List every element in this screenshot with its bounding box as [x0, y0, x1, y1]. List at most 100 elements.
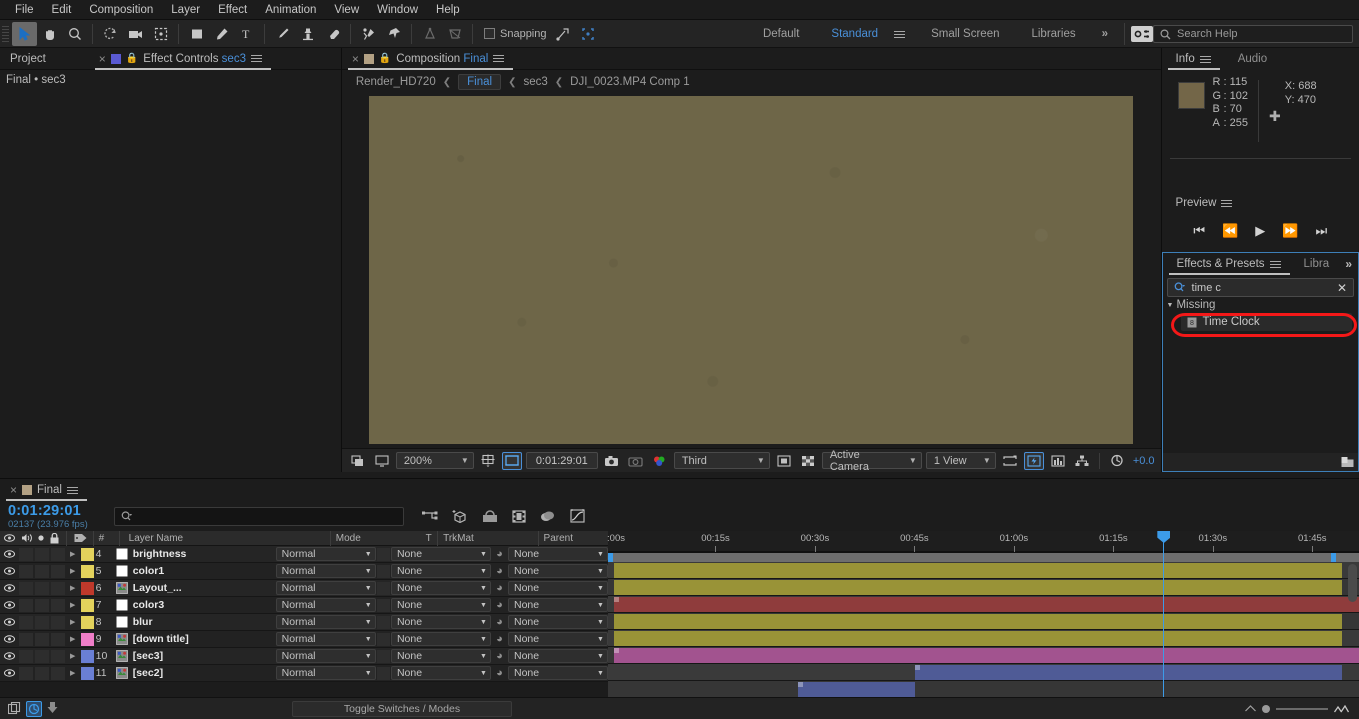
menu-item-animation[interactable]: Animation [256, 2, 325, 18]
motion-blur-icon[interactable] [540, 510, 556, 523]
layer-mode-select[interactable]: Normal ▼ [275, 597, 376, 614]
layer-duration-bar[interactable] [614, 648, 1359, 663]
current-time-field[interactable]: 0:01:29:01 [525, 452, 598, 469]
layer-parent-select[interactable]: None ▼ [507, 614, 608, 631]
comp-flowchart-icon[interactable] [1072, 452, 1092, 470]
menu-item-window[interactable]: Window [368, 2, 427, 18]
col-parent-header[interactable]: Parent [539, 531, 609, 546]
disclosure-triangle-icon[interactable]: ▶ [67, 580, 79, 597]
timeline-icon[interactable] [1048, 452, 1068, 470]
menu-item-help[interactable]: Help [427, 2, 469, 18]
parent-pickwhip-icon[interactable]: ◕ [491, 614, 508, 631]
disclosure-triangle-icon[interactable]: ▶ [67, 665, 79, 682]
timeline-zoom-slider[interactable] [1245, 704, 1349, 713]
clone-stamp-tool-icon[interactable] [295, 22, 320, 46]
channel-select-icon[interactable] [650, 452, 670, 470]
layer-label-color[interactable] [79, 665, 96, 682]
layer-mode-select[interactable]: Normal ▼ [275, 648, 376, 665]
parent-pickwhip-icon[interactable]: ◕ [491, 648, 508, 665]
disclosure-triangle-icon[interactable]: ▶ [67, 648, 79, 665]
panel-menu-icon[interactable] [250, 53, 262, 64]
lock-icon[interactable]: 🔒 [379, 53, 391, 64]
layer-duration-bar[interactable] [914, 665, 1342, 680]
layer-visibility-icon[interactable] [0, 580, 19, 597]
tab-project[interactable]: Project [6, 48, 55, 70]
snap-bounds-icon[interactable] [576, 22, 601, 46]
layer-trkmat-select[interactable]: None ▼ [390, 665, 491, 682]
snapping-toggle[interactable]: Snapping [484, 28, 547, 40]
layer-name[interactable]: brightness [129, 546, 276, 563]
layer-preserve-transparency[interactable] [376, 631, 391, 648]
col-number-header[interactable]: # [97, 531, 116, 546]
pen-tool-icon[interactable] [209, 22, 234, 46]
layer-mode-select[interactable]: Normal ▼ [275, 631, 376, 648]
motion-blur-footer-icon[interactable] [47, 702, 58, 715]
layer-audio-toggle[interactable] [18, 614, 35, 631]
layer-audio-toggle[interactable] [18, 563, 35, 580]
layer-parent-select[interactable]: None ▼ [507, 631, 608, 648]
layer-preserve-transparency[interactable] [376, 580, 391, 597]
layer-preserve-transparency[interactable] [376, 648, 391, 665]
hide-shy-layers-icon[interactable] [482, 509, 498, 523]
layer-duration-bar[interactable] [614, 631, 1342, 646]
layer-preserve-transparency[interactable] [376, 597, 391, 614]
local-axis-mode-icon[interactable] [417, 22, 442, 46]
layer-audio-toggle[interactable] [18, 546, 35, 563]
layer-duration-bar[interactable] [614, 597, 1359, 612]
table-row[interactable]: ▶ 8 blur Normal ▼ None ▼ ◕ None ▼ [0, 614, 608, 631]
layer-label-color[interactable] [79, 580, 96, 597]
region-of-interest-icon[interactable] [501, 451, 522, 470]
snapping-checkbox[interactable] [484, 28, 495, 39]
timeline-row[interactable] [608, 630, 1359, 647]
layer-label-color[interactable] [79, 631, 96, 648]
layer-duration-bar[interactable] [614, 614, 1342, 629]
layer-visibility-icon[interactable] [0, 563, 19, 580]
toolbar-grip[interactable] [2, 24, 9, 43]
graph-editor-icon[interactable] [570, 509, 585, 523]
snap-vertex-icon[interactable] [551, 22, 576, 46]
timeline-current-time[interactable]: 0:01:29:01 02137 (23.976 fps) [0, 503, 104, 530]
effects-overflow-button[interactable]: » [1345, 257, 1352, 271]
parent-pickwhip-icon[interactable]: ◕ [491, 546, 508, 563]
work-area-bar[interactable] [608, 552, 1359, 563]
selection-tool-icon[interactable] [12, 21, 37, 46]
layer-lock-toggle[interactable] [50, 665, 67, 682]
bar-in-handle[interactable] [614, 648, 619, 653]
reset-exposure-icon[interactable] [1107, 452, 1127, 470]
layer-trkmat-select[interactable]: None ▼ [390, 546, 491, 563]
timeline-row[interactable] [608, 647, 1359, 664]
bar-in-handle[interactable] [914, 665, 920, 670]
panel-menu-icon[interactable] [1221, 198, 1233, 209]
breadcrumb-item-render-hd720[interactable]: Render_HD720 [356, 76, 436, 88]
toggle-switches-modes-button[interactable]: Toggle Switches / Modes [292, 700, 512, 717]
layer-mode-select[interactable]: Normal ▼ [275, 665, 376, 682]
roto-brush-tool-icon[interactable] [356, 22, 381, 46]
tab-libraries[interactable]: Libra [1300, 253, 1339, 275]
table-row[interactable]: ▶ 4 brightness Normal ▼ None ▼ ◕ None ▼ [0, 546, 608, 563]
tab-effects-presets[interactable]: Effects & Presets [1168, 253, 1290, 275]
pixel-aspect-correction-icon[interactable] [1000, 452, 1020, 470]
layer-visibility-icon[interactable] [0, 597, 19, 614]
layer-trkmat-select[interactable]: None ▼ [390, 597, 491, 614]
breadcrumb-item-final[interactable]: Final [458, 74, 502, 90]
timeline-row[interactable] [608, 596, 1359, 613]
clear-search-icon[interactable]: ✕ [1337, 281, 1347, 295]
layer-mode-select[interactable]: Normal ▼ [275, 546, 376, 563]
disclosure-triangle-icon[interactable]: ▶ [67, 631, 79, 648]
layer-lock-toggle[interactable] [50, 580, 67, 597]
take-snapshot-icon[interactable] [602, 452, 622, 470]
view-axis-mode-icon[interactable] [442, 22, 467, 46]
disclosure-triangle-icon[interactable]: ▶ [67, 546, 79, 563]
view-layout-select[interactable]: 1 View ▼ [925, 452, 996, 469]
breadcrumb-item-sec3[interactable]: sec3 [523, 76, 547, 88]
col-layer-name-header[interactable]: Layer Name [123, 531, 330, 546]
layer-lock-toggle[interactable] [50, 614, 67, 631]
menu-item-file[interactable]: File [6, 2, 43, 18]
layer-trkmat-select[interactable]: None ▼ [390, 648, 491, 665]
hand-tool-icon[interactable] [37, 22, 62, 46]
layer-solo-toggle[interactable] [34, 580, 51, 597]
layer-solo-toggle[interactable] [34, 648, 51, 665]
layer-visibility-icon[interactable] [0, 546, 19, 563]
effects-list[interactable]: ▼ Missing 8 Time Clock [1163, 297, 1358, 453]
timeline-search-field[interactable] [114, 506, 404, 526]
